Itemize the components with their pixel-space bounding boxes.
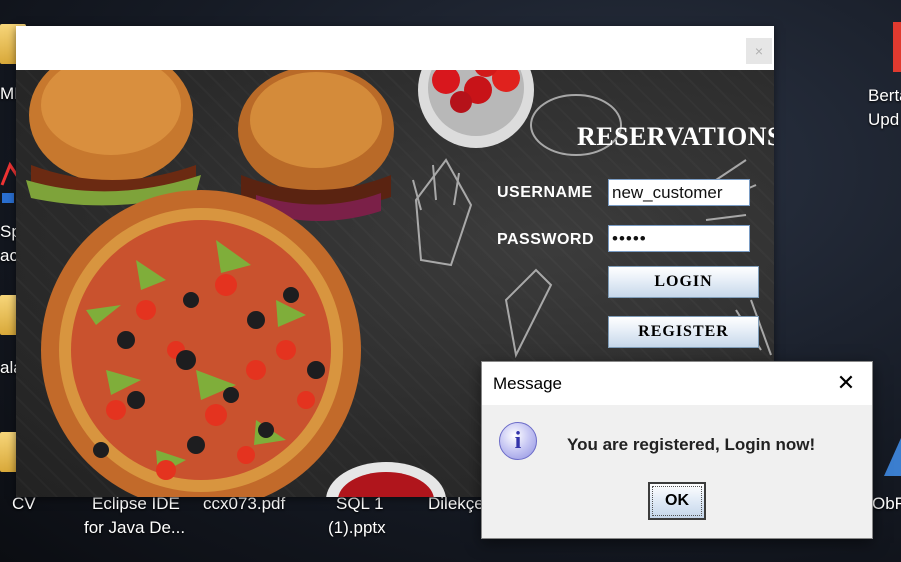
red-app-icon[interactable] <box>893 22 901 72</box>
desktop-icon-label[interactable]: (1).pptx <box>328 516 386 540</box>
dialog-message: You are registered, Login now! <box>567 435 816 454</box>
desktop-icon-label[interactable]: for Java De... <box>84 516 185 540</box>
desktop-icon-label[interactable]: Berta <box>868 84 901 108</box>
message-dialog: Message ✕ i You are registered, Login no… <box>481 361 873 539</box>
window-titlebar[interactable]: × <box>16 26 774 70</box>
password-input[interactable] <box>608 225 750 252</box>
ok-button[interactable]: OK <box>648 482 706 520</box>
username-input[interactable] <box>608 179 750 206</box>
window-close-button[interactable]: × <box>746 38 772 64</box>
dialog-titlebar[interactable]: Message ✕ <box>482 362 872 405</box>
reservations-title: RESERVATIONS <box>577 122 774 151</box>
password-label: PASSWORD <box>497 231 595 248</box>
shape-app-icon[interactable] <box>884 438 901 478</box>
login-button[interactable]: LOGIN <box>608 266 759 298</box>
info-icon: i <box>499 422 537 460</box>
dialog-title: Message <box>493 374 562 393</box>
desktop-icon-label[interactable]: ObFr <box>872 492 901 516</box>
dialog-close-button[interactable]: ✕ <box>834 370 858 395</box>
register-button[interactable]: REGISTER <box>608 316 759 348</box>
desktop-icon-label[interactable]: Upd <box>868 108 899 132</box>
username-label: USERNAME <box>497 184 593 201</box>
